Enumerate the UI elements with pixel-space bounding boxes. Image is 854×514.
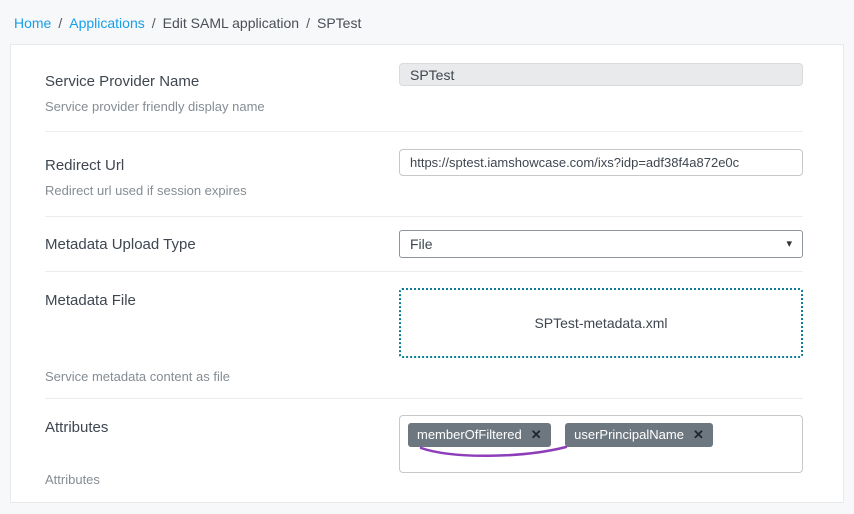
breadcrumb-section: Edit SAML application [163,15,299,31]
service-provider-name-input[interactable] [399,63,803,86]
attribute-chip: memberOfFiltered ✕ [408,423,551,447]
form-row-metadata-file: Metadata File Service metadata content a… [45,272,803,399]
annotation-underline [418,444,570,462]
chevron-down-icon: ▾ [786,239,792,250]
redirect-url-input[interactable] [399,149,803,176]
attributes-input[interactable]: memberOfFiltered ✕ userPrincipalName ✕ [399,415,803,473]
breadcrumb-current: SPTest [317,15,361,31]
breadcrumb: Home / Applications / Edit SAML application /… [0,0,854,44]
metadata-upload-type-label: Metadata Upload Type [45,236,379,253]
redirect-url-label: Redirect Url [45,157,379,174]
form-row-service-provider-name: Service Provider Name Service provider f… [45,45,803,132]
attributes-label: Attributes [45,419,379,436]
edit-saml-application-form: Service Provider Name Service provider f… [10,44,844,503]
remove-chip-icon[interactable]: ✕ [693,427,704,443]
form-row-redirect-url: Redirect Url Redirect url used if sessio… [45,132,803,217]
metadata-file-sublabel: Service metadata content as file [45,369,379,384]
breadcrumb-separator: / [306,15,310,31]
breadcrumb-separator: / [58,15,62,31]
attribute-chip-label: memberOfFiltered [417,427,522,443]
attributes-sublabel: Attributes [45,472,379,487]
metadata-upload-type-select[interactable]: File ▾ [399,230,803,258]
redirect-url-sublabel: Redirect url used if session expires [45,183,379,198]
metadata-file-filename: SPTest-metadata.xml [534,315,667,331]
metadata-file-dropzone[interactable]: SPTest-metadata.xml [399,288,803,358]
attribute-chip-label: userPrincipalName [574,427,684,443]
breadcrumb-separator: / [152,15,156,31]
service-provider-name-label: Service Provider Name [45,73,379,90]
form-row-metadata-upload-type: Metadata Upload Type File ▾ [45,217,803,272]
metadata-upload-type-selected-value: File [410,236,433,252]
service-provider-name-sublabel: Service provider friendly display name [45,99,379,114]
metadata-file-label: Metadata File [45,292,379,309]
remove-chip-icon[interactable]: ✕ [531,427,542,443]
form-row-attributes: Attributes Attributes memberOfFiltered ✕… [45,399,803,501]
breadcrumb-link-applications[interactable]: Applications [69,15,145,31]
breadcrumb-link-home[interactable]: Home [14,15,51,31]
attribute-chip: userPrincipalName ✕ [565,423,713,447]
